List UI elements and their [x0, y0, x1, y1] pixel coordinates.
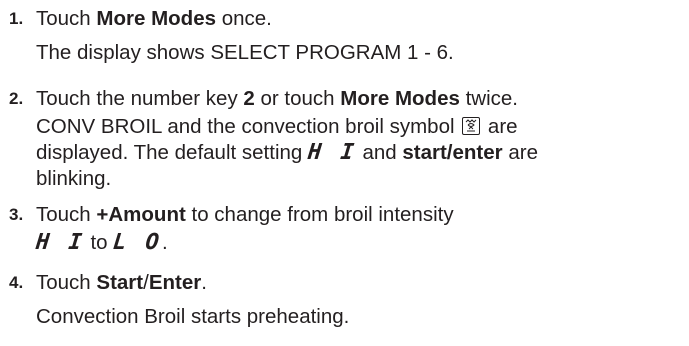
instruction-list: 1. Touch More Modes once. The display sh…: [0, 0, 689, 346]
status-text: Convection Broil starts preheating.: [36, 305, 350, 328]
step-number: 1.: [9, 9, 24, 28]
start-key-label: Start: [96, 271, 144, 294]
number-key-label: 2: [243, 87, 255, 110]
step-number: 4.: [9, 273, 24, 292]
convection-broil-icon: [462, 117, 481, 135]
more-modes-key-label: More Modes: [96, 7, 217, 30]
more-modes-key-label: More Modes: [340, 87, 460, 110]
enter-key-label: Enter: [148, 271, 202, 294]
start-enter-key-label: start/enter: [402, 141, 503, 164]
display-setting-lo: L O: [111, 230, 164, 255]
step-number: 3.: [9, 205, 24, 224]
display-setting-hi: H I: [306, 140, 359, 165]
amount-key-label: +Amount: [96, 203, 186, 226]
step-number: 2.: [9, 89, 24, 108]
display-text: The display shows SELECT PROGRAM 1 - 6.: [36, 41, 454, 64]
display-setting-hi: H I: [34, 230, 87, 255]
